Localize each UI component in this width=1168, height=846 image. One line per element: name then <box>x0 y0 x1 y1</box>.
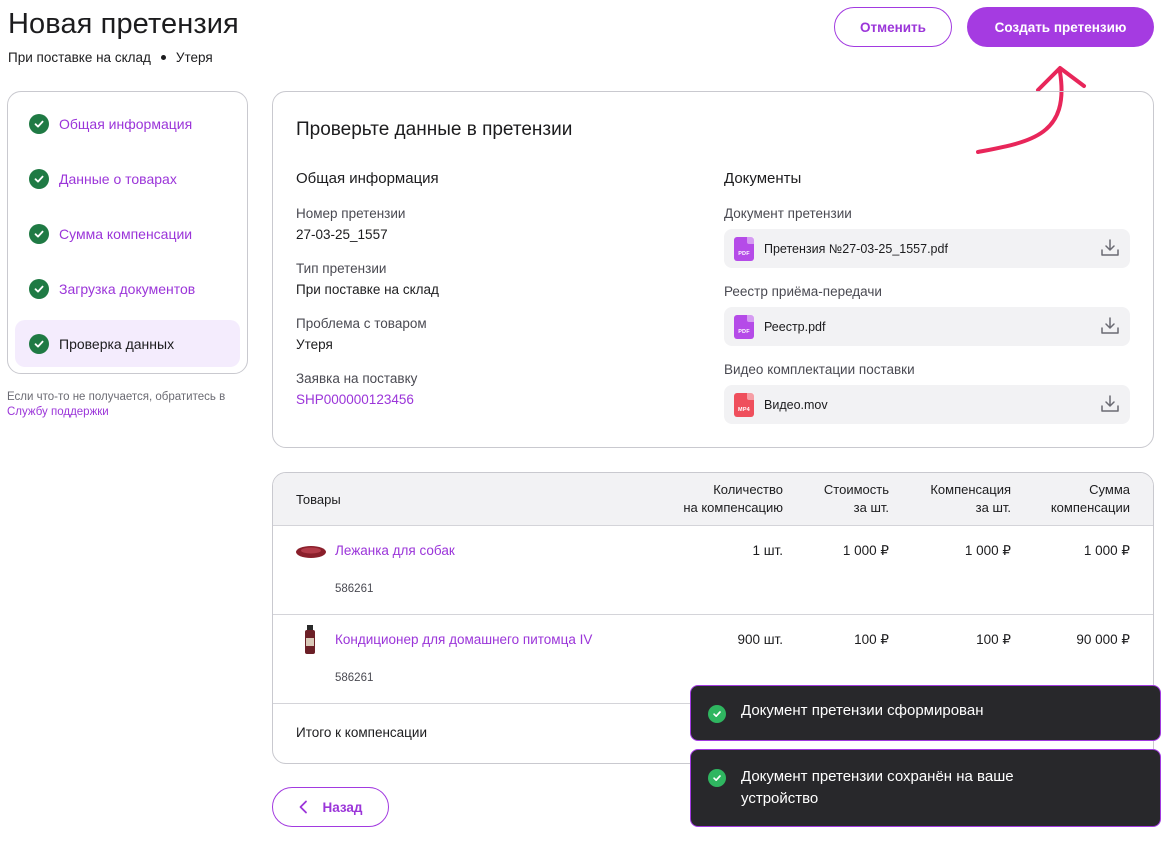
download-icon[interactable] <box>1100 238 1120 258</box>
dog-bed-thumbnail <box>296 546 326 558</box>
product-sku: 586261 <box>335 583 374 595</box>
table-header: Товары Количество на компенсацию Стоимост… <box>273 473 1153 526</box>
step-goods-data[interactable]: Данные о товарах <box>15 155 240 202</box>
cell-sum: 1 000 ₽ <box>1083 543 1130 558</box>
review-title: Проверьте данные в претензии <box>296 119 573 140</box>
total-label: Итого к компенсации <box>296 725 427 740</box>
create-claim-button[interactable]: Создать претензию <box>967 7 1154 47</box>
claim-subtitle: При поставке на склад Утеря <box>8 50 213 65</box>
document-file[interactable]: MP4 Видео.mov <box>724 385 1130 424</box>
documents-title: Документы <box>724 170 802 187</box>
check-icon <box>29 278 49 299</box>
toast-document-saved[interactable]: Документ претензии сохранён на ваше устр… <box>690 749 1161 827</box>
document-file[interactable]: PDF Реестр.pdf <box>724 307 1130 346</box>
document-file-name: Претензия №27-03-25_1557.pdf <box>764 241 948 256</box>
cell-cost: 1 000 ₽ <box>842 543 889 558</box>
back-button[interactable]: Назад <box>272 787 389 827</box>
step-compensation-sum[interactable]: Сумма компенсации <box>15 210 240 257</box>
help-text: Если что-то не получается, обратитесь в <box>7 391 226 403</box>
download-icon[interactable] <box>1100 316 1120 336</box>
check-icon <box>29 333 49 354</box>
general-info-title: Общая информация <box>296 170 439 187</box>
table-row: Лежанка для собак 586261 1 шт. 1 000 ₽ 1… <box>273 526 1153 615</box>
doc-label: Документ претензии <box>724 206 852 221</box>
step-label: Сумма компенсации <box>59 225 193 242</box>
product-name-link[interactable]: Лежанка для собак <box>335 543 455 558</box>
claim-type-value: При поставке на склад <box>296 282 439 297</box>
support-link[interactable]: Службу поддержки <box>7 406 109 418</box>
page-title: Новая претензия <box>8 8 239 40</box>
bottle-thumbnail <box>305 625 315 654</box>
header-compensation: Компенсация за шт. <box>930 482 1011 515</box>
check-icon <box>29 113 49 134</box>
success-check-icon <box>708 769 726 787</box>
header-sum: Сумма компенсации <box>1050 482 1130 515</box>
pdf-file-icon: PDF <box>734 314 754 339</box>
step-label: Загрузка документов <box>59 280 196 297</box>
cell-compensation: 100 ₽ <box>976 632 1011 647</box>
step-document-upload[interactable]: Загрузка документов <box>15 265 240 312</box>
step-label: Общая информация <box>59 115 193 132</box>
document-file[interactable]: PDF Претензия №27-03-25_1557.pdf <box>724 229 1130 268</box>
supply-request-link[interactable]: SHP000000123456 <box>296 392 414 407</box>
help-note: Если что-то не получается, обратитесь в … <box>7 390 257 420</box>
supply-request-label: Заявка на поставку <box>296 371 418 386</box>
claim-number-label: Номер претензии <box>296 206 406 221</box>
cancel-button[interactable]: Отменить <box>834 7 952 47</box>
download-icon[interactable] <box>1100 394 1120 414</box>
back-label: Назад <box>322 799 363 815</box>
doc-label: Видео комплектации поставки <box>724 362 915 377</box>
bullet-separator <box>160 55 166 60</box>
toast-text: Документ претензии сохранён на ваше устр… <box>741 768 1014 807</box>
header-quantity: Количество на компенсацию <box>683 482 783 515</box>
cell-sum: 90 000 ₽ <box>1076 632 1130 647</box>
success-check-icon <box>708 705 726 723</box>
step-label: Проверка данных <box>59 335 175 352</box>
header-goods: Товары <box>296 492 341 507</box>
steps-sidebar: Общая информация Данные о товарах Сумма … <box>7 91 248 374</box>
problem-label: Проблема с товаром <box>296 316 427 331</box>
problem-value: Утеря <box>296 337 333 352</box>
step-label: Данные о товарах <box>59 170 177 187</box>
check-icon <box>29 168 49 189</box>
document-file-name: Реестр.pdf <box>764 319 826 334</box>
check-icon <box>29 223 49 244</box>
document-file-name: Видео.mov <box>764 397 828 412</box>
cell-compensation: 1 000 ₽ <box>964 543 1011 558</box>
pdf-file-icon: PDF <box>734 236 754 261</box>
toast-text: Документ претензии сформирован <box>741 702 984 719</box>
claim-type-label: Тип претензии <box>296 261 387 276</box>
step-general-info[interactable]: Общая информация <box>15 100 240 147</box>
header-cost: Стоимость за шт. <box>823 482 889 515</box>
chevron-left-icon <box>300 800 308 814</box>
product-name-link[interactable]: Кондиционер для домашнего питомца IV <box>335 632 592 647</box>
subtitle-claim-type: При поставке на склад <box>8 50 151 65</box>
claim-number-value: 27-03-25_1557 <box>296 227 388 242</box>
review-card: Проверьте данные в претензии Общая инфор… <box>272 91 1154 448</box>
subtitle-problem: Утеря <box>175 50 213 65</box>
cell-cost: 100 ₽ <box>854 632 889 647</box>
step-data-review[interactable]: Проверка данных <box>15 320 240 367</box>
cell-quantity: 1 шт. <box>752 543 783 558</box>
video-file-icon: MP4 <box>734 392 754 417</box>
doc-label: Реестр приёма-передачи <box>724 284 882 299</box>
product-sku: 586261 <box>335 672 374 684</box>
cell-quantity: 900 шт. <box>737 632 783 647</box>
toast-document-created[interactable]: Документ претензии сформирован <box>690 685 1161 741</box>
